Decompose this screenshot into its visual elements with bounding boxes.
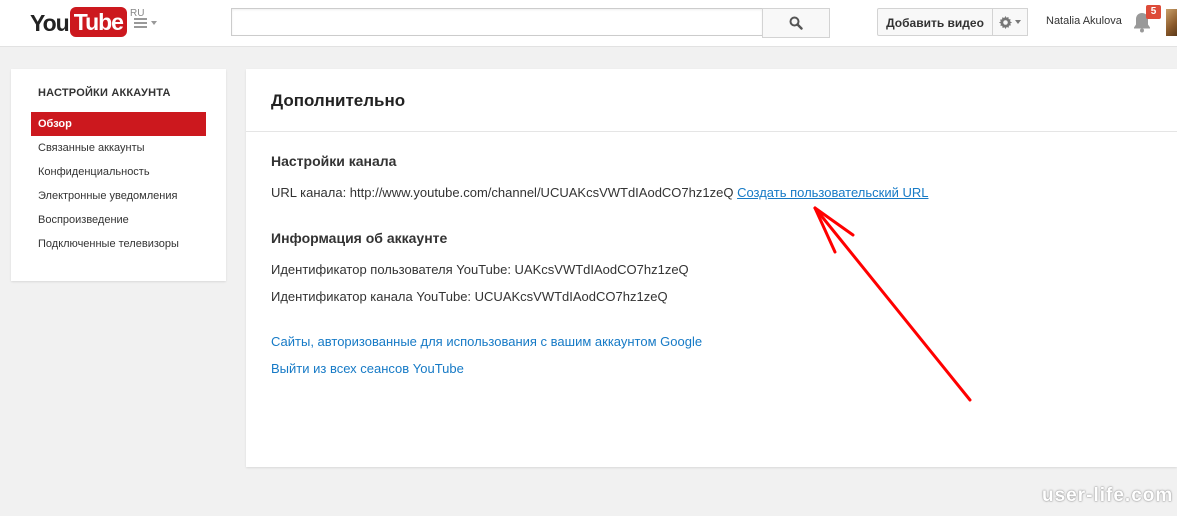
sidebar-item-privacy[interactable]: Конфиденциальность — [31, 160, 226, 184]
account-settings-sidebar: НАСТРОЙКИ АККАУНТА Обзор Связанные аккау… — [11, 69, 226, 281]
sidebar-item-linked-accounts[interactable]: Связанные аккаунты — [31, 136, 226, 160]
sidebar-item-email-notifications[interactable]: Электронные уведомления — [31, 184, 226, 208]
watermark: user-life.com — [1042, 485, 1174, 506]
masthead: You Tube RU Добавить видео Natalia Akulo… — [0, 0, 1177, 47]
chevron-down-icon — [1015, 20, 1021, 24]
notification-count-badge[interactable]: 5 — [1146, 5, 1161, 19]
authorized-sites-link[interactable]: Сайты, авторизованные для использования … — [271, 334, 702, 349]
sidebar-item-playback[interactable]: Воспроизведение — [31, 208, 226, 232]
sidebar-item-connected-tvs[interactable]: Подключенные телевизоры — [31, 232, 226, 256]
page-title: Дополнительно — [271, 91, 406, 110]
channel-settings-heading: Настройки канала — [271, 153, 397, 169]
upload-video-button[interactable]: Добавить видео — [877, 8, 993, 36]
search-button[interactable] — [762, 8, 830, 38]
gear-icon — [999, 15, 1012, 29]
youtube-logo[interactable]: You Tube RU — [30, 6, 144, 38]
sidebar-title: НАСТРОЙКИ АККАУНТА — [38, 87, 171, 99]
sign-out-all-sessions-link[interactable]: Выйти из всех сеансов YouTube — [271, 361, 464, 376]
search-bar — [231, 8, 830, 38]
avatar[interactable] — [1166, 9, 1177, 36]
sidebar-item-overview[interactable]: Обзор — [31, 112, 206, 136]
logo-tube-text: Tube — [69, 7, 127, 37]
advanced-settings-panel: Дополнительно Настройки канала URL канал… — [246, 69, 1177, 467]
youtube-user-id: Идентификатор пользователя YouTube: UAKc… — [271, 262, 689, 277]
settings-dropdown-button[interactable] — [993, 8, 1028, 36]
logo-you-text: You — [30, 10, 70, 36]
guide-menu-icon[interactable] — [134, 14, 160, 32]
divider — [246, 131, 1177, 132]
username[interactable]: Natalia Akulova — [1046, 15, 1122, 27]
search-icon — [789, 16, 803, 30]
create-custom-url-link[interactable]: Создать пользовательский URL — [737, 185, 928, 200]
search-input[interactable] — [231, 8, 762, 36]
channel-url-text: URL канала: http://www.youtube.com/chann… — [271, 185, 734, 200]
channel-url-row: URL канала: http://www.youtube.com/chann… — [271, 185, 928, 200]
youtube-channel-id: Идентификатор канала YouTube: UCUAKcsVWT… — [271, 289, 668, 304]
account-info-heading: Информация об аккаунте — [271, 230, 448, 246]
